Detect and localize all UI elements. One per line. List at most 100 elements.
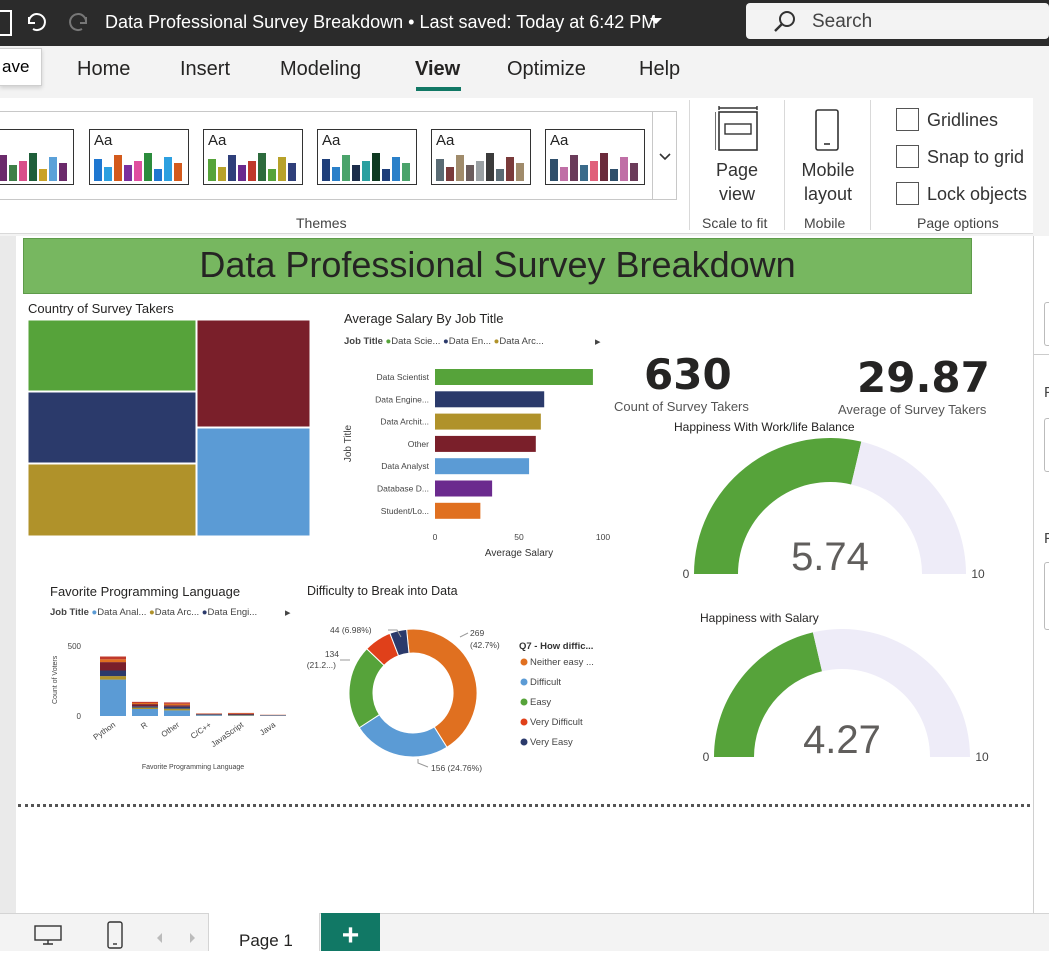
donut-slice[interactable]	[407, 629, 477, 747]
country-treemap[interactable]	[27, 319, 311, 537]
theme-swatch-bar	[590, 161, 598, 181]
salary-bar[interactable]	[435, 414, 541, 430]
salary-bar[interactable]	[435, 436, 536, 452]
undo-icon[interactable]	[23, 9, 49, 35]
search-box[interactable]: Search	[746, 3, 1049, 39]
lang-bar-segment[interactable]	[228, 714, 254, 715]
themes-group-label: Themes	[296, 215, 347, 231]
page-view-button[interactable]: Page view	[704, 104, 770, 204]
lang-bar-segment[interactable]	[164, 709, 190, 711]
desktop-view-icon[interactable]	[33, 924, 63, 946]
pane-field[interactable]	[1044, 302, 1049, 346]
salary-bar[interactable]	[435, 458, 529, 474]
theme-card[interactable]: Aa	[545, 129, 645, 185]
tab-view[interactable]: View	[415, 58, 460, 81]
window-title: Data Professional Survey Breakdown • Las…	[105, 12, 656, 33]
lang-bar-segment[interactable]	[164, 704, 190, 705]
theme-swatch-bar	[382, 169, 390, 181]
mobile-layout-button[interactable]: Mobile layout	[795, 104, 861, 204]
pane-field[interactable]	[1044, 418, 1049, 472]
theme-swatch-bar	[496, 169, 504, 181]
next-page-icon[interactable]	[189, 932, 197, 944]
lang-bar-segment[interactable]	[228, 715, 254, 716]
gridlines-checkbox[interactable]	[896, 108, 919, 131]
lang-bar-segment[interactable]	[100, 662, 126, 670]
donut-legend-item[interactable]: Difficult	[530, 677, 561, 688]
salary-bar[interactable]	[435, 391, 544, 407]
redo-icon[interactable]	[66, 9, 92, 35]
theme-swatch-bar	[352, 165, 360, 181]
lang-bar-segment[interactable]	[164, 707, 190, 709]
lang-bar-segment[interactable]	[164, 705, 190, 706]
lang-bar-segment[interactable]	[132, 709, 158, 716]
lang-bar-segment[interactable]	[100, 659, 126, 662]
legend-scroll-arrow[interactable]: ▸	[595, 335, 601, 348]
gauge-salary[interactable]: 4.27010	[700, 622, 1000, 764]
app-menu-icon[interactable]	[0, 10, 12, 36]
tab-help[interactable]: Help	[639, 58, 680, 81]
theme-card[interactable]: Aa	[89, 129, 189, 185]
lock-objects-checkbox[interactable]	[896, 182, 919, 205]
lang-x-axis-title: Favorite Programming Language	[142, 764, 244, 771]
donut-legend-item[interactable]: Very Difficult	[530, 717, 583, 728]
lang-bar-segment[interactable]	[100, 671, 126, 677]
language-stacked-chart[interactable]: 5000Count of VotersPythonROtherC/C++Java…	[45, 630, 295, 775]
title-dropdown-icon[interactable]	[648, 15, 664, 27]
theme-swatch-bar	[288, 163, 296, 181]
pane-field[interactable]	[1044, 562, 1049, 630]
chevron-down-icon	[659, 153, 671, 161]
legend-scroll-arrow[interactable]: ▸	[285, 606, 291, 619]
theme-swatch-bar	[228, 155, 236, 181]
theme-gallery-expand-button[interactable]	[652, 111, 677, 200]
lang-bar-segment[interactable]	[100, 680, 126, 716]
mobile-view-icon[interactable]	[106, 920, 124, 950]
lang-bar-segment[interactable]	[132, 706, 158, 707]
theme-card[interactable]: Aa	[203, 129, 303, 185]
mobile-group-label: Mobile	[804, 215, 845, 231]
tab-insert[interactable]: Insert	[180, 58, 230, 81]
theme-aa-glyph: Aa	[550, 132, 568, 149]
salary-bar-chart[interactable]: Data ScientistData Engine...Data Archit.…	[340, 360, 615, 560]
lang-bar-segment[interactable]	[132, 702, 158, 703]
theme-swatch-bar	[506, 157, 514, 181]
gauge-value-label: 4.27	[803, 718, 881, 762]
lock-objects-label: Lock objects	[927, 184, 1027, 205]
lang-bar-segment[interactable]	[132, 708, 158, 709]
page-tab-page-1[interactable]: Page 1	[208, 913, 320, 951]
add-page-button[interactable]: +	[321, 913, 380, 951]
snap-to-grid-checkbox[interactable]	[896, 145, 919, 168]
salary-bar[interactable]	[435, 481, 492, 497]
lang-bar-segment[interactable]	[100, 676, 126, 680]
lang-bar-segment[interactable]	[196, 715, 222, 716]
prev-page-icon[interactable]	[155, 932, 163, 944]
tab-home[interactable]: Home	[77, 58, 130, 81]
donut-legend-item[interactable]: Easy	[530, 697, 551, 708]
lang-bar-segment[interactable]	[228, 713, 254, 714]
donut-slice[interactable]	[359, 715, 447, 757]
theme-card[interactable]: Aa	[317, 129, 417, 185]
tab-modeling[interactable]: Modeling	[280, 58, 361, 81]
theme-card[interactable]: Aa	[431, 129, 531, 185]
lang-bar-segment[interactable]	[164, 702, 190, 703]
theme-card[interactable]	[0, 129, 74, 185]
ribbon-divider	[784, 100, 785, 230]
lang-bar-segment[interactable]	[132, 703, 158, 704]
kpi-avg-value: 29.87	[857, 353, 990, 402]
donut-legend-item[interactable]: Very Easy	[530, 737, 573, 748]
lang-bar-segment[interactable]	[164, 710, 190, 716]
donut-legend-item[interactable]: Neither easy ...	[530, 657, 594, 668]
difficulty-donut-chart[interactable]: 269(42.7%)156 (24.76%)134(21.2...)44 (6.…	[300, 615, 620, 780]
gauge-min-label: 0	[703, 750, 710, 764]
salary-bar[interactable]	[435, 503, 480, 519]
tab-optimize[interactable]: Optimize	[507, 58, 586, 81]
gauge-min-label: 0	[683, 567, 690, 581]
lang-bar-segment[interactable]	[132, 704, 158, 706]
salary-bar[interactable]	[435, 369, 593, 385]
donut-data-label: 134	[325, 649, 339, 659]
lang-bar-segment[interactable]	[196, 714, 222, 715]
lang-bar-segment[interactable]	[100, 657, 126, 660]
theme-swatch-bar	[238, 165, 246, 181]
theme-swatch-bar	[362, 161, 370, 181]
gauge-worklife[interactable]: 5.74010	[680, 432, 990, 582]
theme-swatch-bar	[49, 157, 57, 181]
